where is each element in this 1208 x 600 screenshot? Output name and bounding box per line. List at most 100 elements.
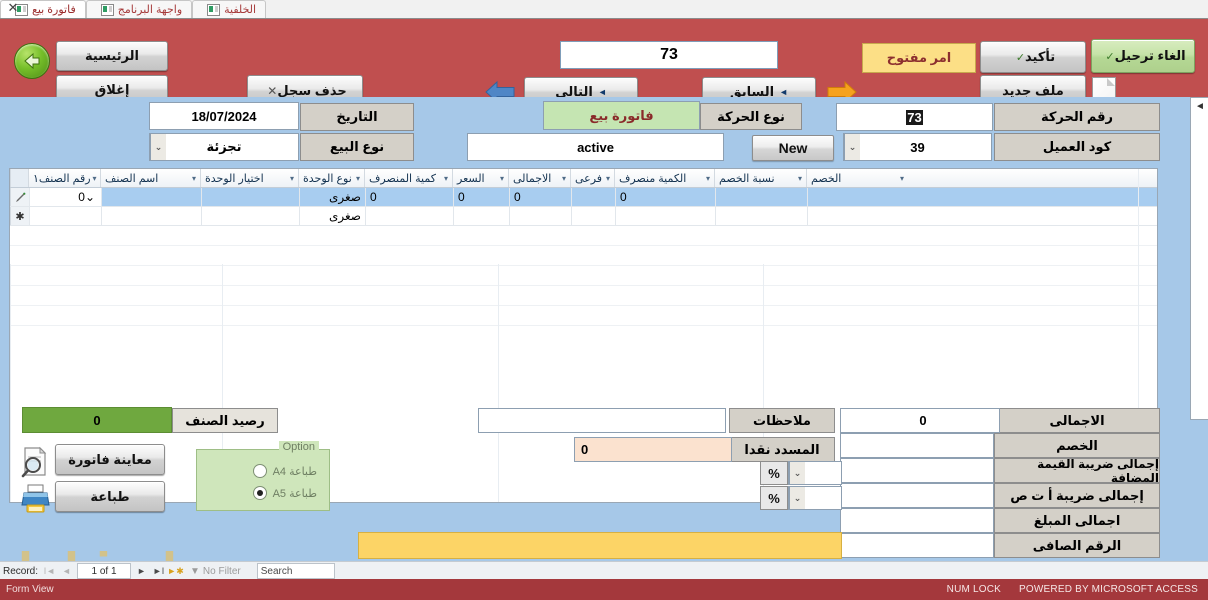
column-header-sub[interactable]: فرعى ▾: [570, 169, 614, 187]
radio-icon-selected[interactable]: [252, 486, 267, 500]
cell-discount-pct[interactable]: [715, 188, 807, 206]
last-record-button[interactable]: ►I: [150, 564, 167, 579]
new-customer-button[interactable]: New: [752, 135, 834, 161]
cell-discount-pct[interactable]: [715, 207, 807, 225]
chevron-down-icon[interactable]: ▾: [796, 174, 802, 183]
close-icon[interactable]: ✕: [6, 1, 20, 15]
radio-icon[interactable]: [252, 464, 267, 478]
total-value-2[interactable]: [840, 458, 994, 483]
tab-background[interactable]: الخلفية: [192, 0, 267, 18]
date-field[interactable]: 18/07/2024: [149, 102, 299, 130]
order-number-field[interactable]: 73: [560, 41, 778, 69]
table-row[interactable]: ✱ صغرى: [10, 207, 1157, 226]
new-record-asterisk-icon: ✱: [10, 207, 29, 225]
chevron-down-icon[interactable]: ▾: [354, 174, 360, 183]
tax-percent-button-1[interactable]: %: [760, 461, 788, 485]
next-record-nav-button[interactable]: ►: [133, 564, 150, 579]
chevron-down-icon[interactable]: ▾: [442, 174, 448, 183]
cell-sub[interactable]: [571, 207, 615, 225]
cell-item-name[interactable]: [101, 188, 201, 206]
cell-unit-type[interactable]: صغرى: [299, 188, 365, 206]
cell-price[interactable]: 0: [453, 188, 509, 206]
search-input[interactable]: Search: [256, 563, 335, 579]
new-record-button[interactable]: ►✱: [167, 564, 184, 579]
back-arrow-icon[interactable]: [14, 43, 50, 79]
navigation-collapse-pane[interactable]: ◄: [1190, 97, 1208, 420]
home-button[interactable]: الرئيسية: [56, 41, 168, 71]
printer-icon[interactable]: [18, 482, 52, 516]
sale-type-field[interactable]: ⌄ تجزئة: [149, 133, 299, 161]
cell-unit-type[interactable]: صغرى: [299, 207, 365, 225]
column-header-discount-pct[interactable]: نسبة الخصم ▾: [714, 169, 806, 187]
cell-qty-dispensed[interactable]: 0: [615, 188, 715, 206]
preview-invoice-icon[interactable]: [18, 445, 52, 479]
preview-invoice-button[interactable]: معاينة فاتورة: [55, 444, 165, 475]
table-row[interactable]: ⌄ 0 صغرى 0 0 0 0: [10, 188, 1157, 207]
chevron-left-icon[interactable]: ◄: [1195, 101, 1205, 419]
column-header-unit-choice[interactable]: اختيار الوحدة ▾: [200, 169, 298, 187]
tab-program-interface[interactable]: واجهة البرنامج: [85, 0, 193, 18]
total-value-4[interactable]: [840, 508, 994, 533]
chevron-down-icon[interactable]: ⌄: [789, 462, 805, 484]
radio-option-a5[interactable]: طباعة A5: [252, 486, 317, 500]
column-header-total[interactable]: الاجمالى ▾: [508, 169, 570, 187]
column-header-unit-type[interactable]: نوع الوحدة ▾: [298, 169, 364, 187]
chevron-down-icon[interactable]: ⌄: [789, 487, 805, 509]
tax-rate-field-2[interactable]: ⌄ 0: [788, 486, 842, 510]
cancel-posting-button[interactable]: الغاء ترحيل ✓: [1091, 39, 1195, 73]
print-button[interactable]: طباعة: [55, 481, 165, 512]
confirm-button[interactable]: تأكيد ✓: [980, 41, 1086, 73]
cell-discount[interactable]: [807, 188, 909, 206]
column-header-qty-dispensed[interactable]: الكمية منصرف ▾: [614, 169, 714, 187]
chevron-down-icon[interactable]: ▾: [91, 174, 97, 183]
state-field[interactable]: active: [467, 133, 724, 161]
movement-number-field[interactable]: 73: [836, 103, 993, 131]
column-header-item-name[interactable]: اسم الصنف ▾: [100, 169, 200, 187]
cell-qty-dispensed[interactable]: [615, 207, 715, 225]
cell-unit-choice[interactable]: [201, 207, 299, 225]
cell-total[interactable]: 0: [509, 188, 571, 206]
chevron-down-icon[interactable]: ⌄: [150, 134, 166, 160]
column-header-item-number[interactable]: رقم الصنف١ ▾: [28, 169, 100, 187]
chevron-down-icon[interactable]: ▾: [498, 174, 504, 183]
notes-field[interactable]: [478, 408, 726, 433]
prev-record-nav-button[interactable]: ◄: [58, 564, 75, 579]
chevron-down-icon[interactable]: ▾: [190, 174, 196, 183]
cell-dispensed-qty[interactable]: [365, 207, 453, 225]
arrow-left-glyph: [24, 52, 40, 70]
cell-item-name[interactable]: [101, 207, 201, 225]
tax-percent-button-2[interactable]: %: [760, 486, 788, 510]
total-value-3[interactable]: [840, 483, 994, 508]
tax-rate-field-1[interactable]: ⌄ 0: [788, 461, 842, 485]
chevron-down-icon[interactable]: ▾: [604, 174, 610, 183]
cell-total[interactable]: [509, 207, 571, 225]
cell-discount[interactable]: [807, 207, 909, 225]
column-header-discount[interactable]: الخصم ▾: [806, 169, 908, 187]
chevron-down-icon[interactable]: ▾: [898, 174, 904, 183]
chevron-down-icon[interactable]: ▾: [288, 174, 294, 183]
chevron-down-icon[interactable]: ▾: [704, 174, 710, 183]
filter-status[interactable]: ▼ No Filter: [184, 566, 247, 577]
chevron-down-icon[interactable]: ⌄: [844, 134, 860, 160]
record-position[interactable]: 1 of 1: [77, 563, 132, 579]
column-header-dispensed-qty[interactable]: كمية المنصرف ▾: [364, 169, 452, 187]
total-value-1[interactable]: [840, 433, 994, 458]
cell-price[interactable]: [453, 207, 509, 225]
cell-sub[interactable]: [571, 188, 615, 206]
cell-dispensed-qty[interactable]: 0: [365, 188, 453, 206]
cell-unit-choice[interactable]: [201, 188, 299, 206]
customer-code-field[interactable]: ⌄ 39: [843, 133, 992, 161]
radio-option-a4[interactable]: طباعة A4: [252, 464, 317, 478]
total-value-5[interactable]: [840, 533, 994, 558]
total-value-0[interactable]: 0: [840, 408, 1000, 433]
cell-item-number[interactable]: ⌄ 0: [29, 188, 101, 206]
first-record-button[interactable]: I◄: [41, 564, 58, 579]
message-bar-field[interactable]: [358, 532, 842, 559]
cell-item-number[interactable]: [29, 207, 101, 225]
cash-paid-field[interactable]: 0: [574, 437, 732, 462]
column-header-price[interactable]: السعر ▾: [452, 169, 508, 187]
chevron-down-icon[interactable]: ▾: [560, 174, 566, 183]
chevron-down-icon[interactable]: ⌄: [85, 190, 97, 204]
document-type-field[interactable]: فاتورة بيع: [543, 101, 700, 130]
blank-row: [10, 266, 1157, 286]
